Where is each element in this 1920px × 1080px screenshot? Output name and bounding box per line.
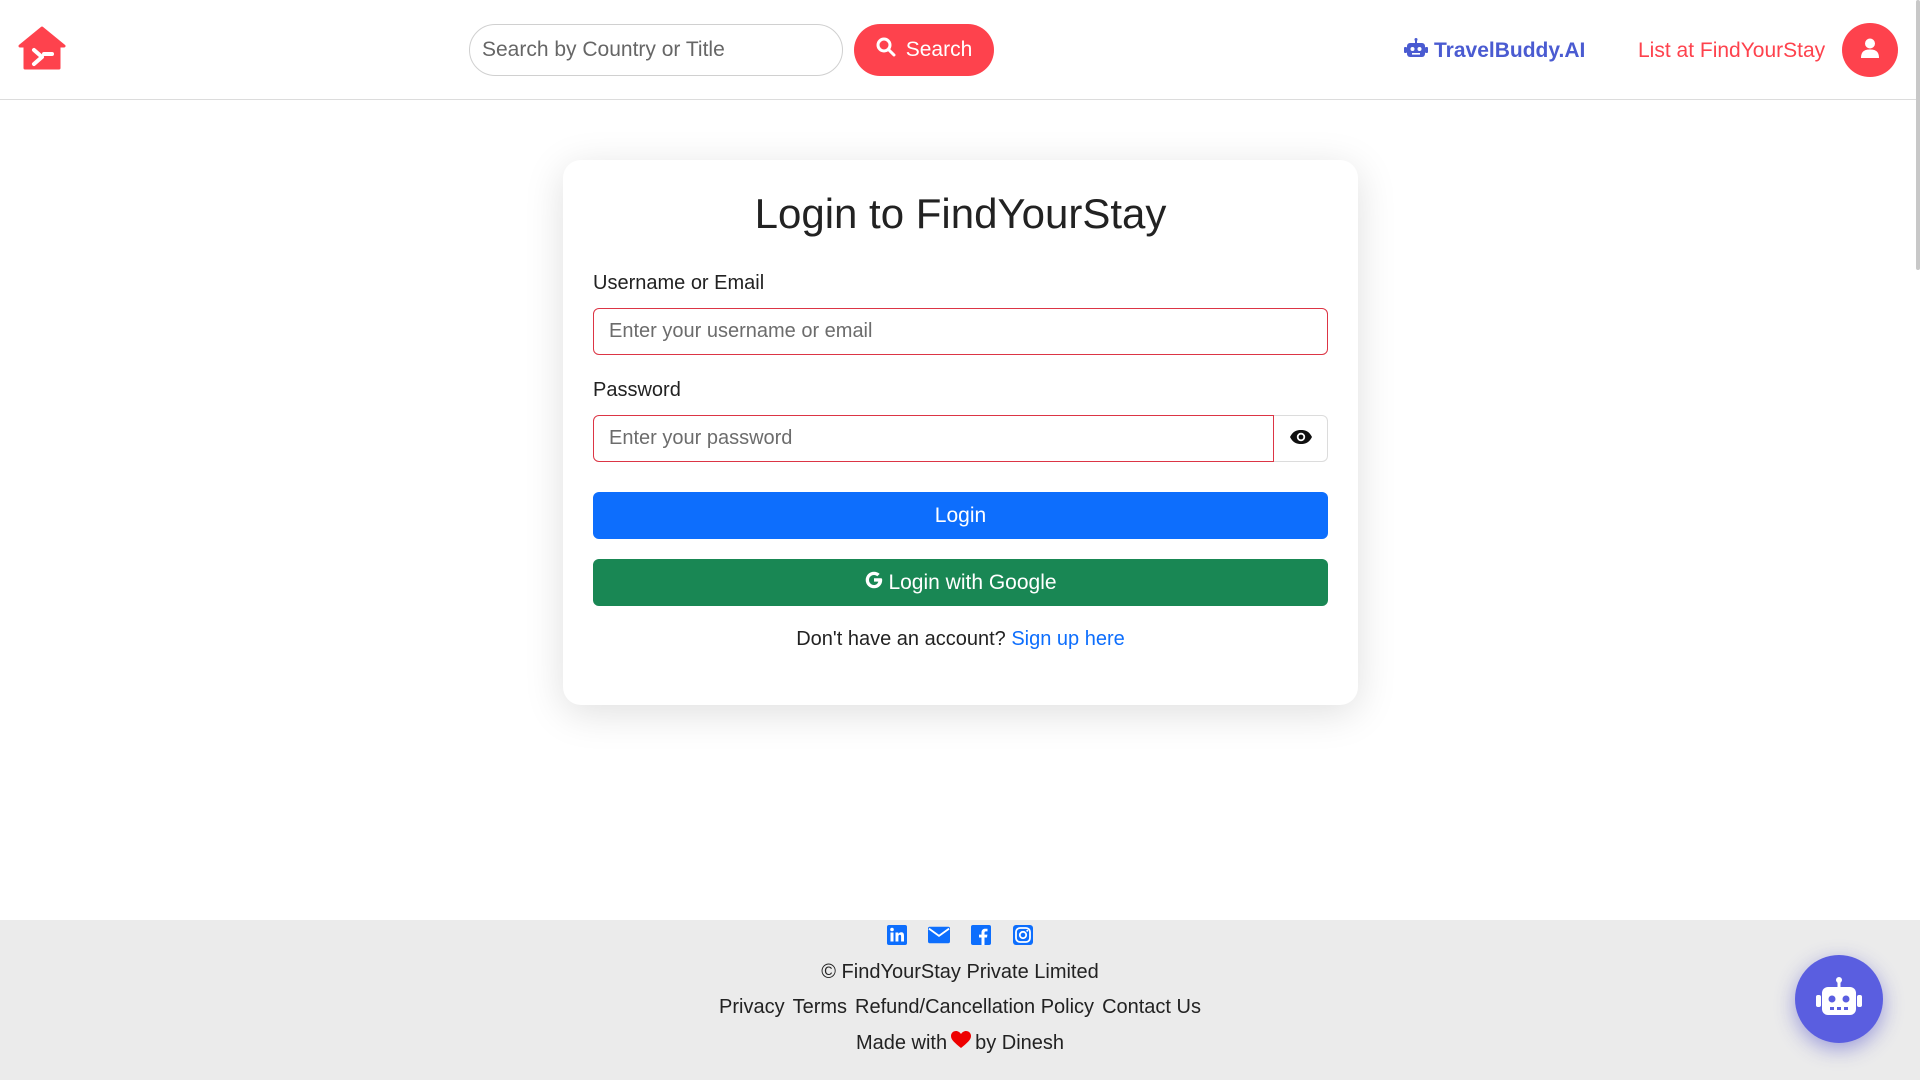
- envelope-icon[interactable]: [928, 924, 950, 946]
- heart-icon: [951, 1031, 972, 1055]
- signup-prompt-text: Don't have an account?: [796, 628, 1006, 650]
- social-links: [0, 924, 1920, 946]
- travelbuddy-link[interactable]: TravelBuddy.AI: [1404, 36, 1585, 66]
- scrollbar[interactable]: [1916, 0, 1920, 270]
- eye-icon: [1289, 429, 1313, 448]
- magnifier-icon: [876, 37, 896, 63]
- house-logo-icon[interactable]: [18, 26, 66, 70]
- chatbot-button[interactable]: [1795, 955, 1883, 1043]
- search-button-label: Search: [905, 38, 973, 61]
- facebook-icon[interactable]: [970, 924, 992, 946]
- made-with-text: Made with: [855, 1031, 948, 1054]
- google-login-button[interactable]: Login with Google: [593, 559, 1328, 606]
- copyright: © FindYourStay Private Limited: [821, 961, 1099, 983]
- terms-link[interactable]: Terms: [793, 996, 847, 1019]
- list-property-link[interactable]: List at FindYourStay: [1638, 36, 1825, 66]
- signup-prompt: Don't have an account? Sign up here: [563, 628, 1358, 651]
- password-label: Password: [593, 379, 681, 401]
- travelbuddy-label: TravelBuddy.AI: [1434, 39, 1586, 62]
- login-button[interactable]: Login: [593, 492, 1328, 539]
- instagram-icon[interactable]: [1012, 924, 1034, 946]
- user-avatar-button[interactable]: [1842, 23, 1898, 77]
- contact-link[interactable]: Contact Us: [1102, 996, 1201, 1019]
- page-title: Login to FindYourStay: [754, 190, 1167, 237]
- password-field[interactable]: [593, 415, 1274, 462]
- signup-link[interactable]: Sign up here: [1011, 628, 1124, 650]
- username-label: Username or Email: [593, 272, 765, 294]
- password-toggle-button[interactable]: [1274, 415, 1328, 462]
- login-card: Login to FindYourStay Username or Email …: [563, 160, 1358, 705]
- navbar: Search TravelBuddy.AI List at FindYourSt…: [0, 0, 1920, 100]
- made-with-credit: Made with by Dinesh: [0, 1031, 1920, 1055]
- privacy-link[interactable]: Privacy: [719, 996, 785, 1019]
- footer: © FindYourStay Private Limited Privacy T…: [0, 920, 1920, 1080]
- author-text: by Dinesh: [975, 1031, 1065, 1054]
- username-field[interactable]: [593, 308, 1328, 355]
- robot-icon: [1404, 38, 1428, 64]
- google-g-icon: [864, 570, 884, 596]
- footer-links: Privacy Terms Refund/Cancellation Policy…: [0, 996, 1920, 1019]
- search-button[interactable]: Search: [854, 24, 994, 76]
- robot-icon: [1816, 976, 1862, 1022]
- google-button-label: Login with Google: [888, 570, 1057, 594]
- refund-policy-link[interactable]: Refund/Cancellation Policy: [855, 996, 1094, 1019]
- linkedin-icon[interactable]: [886, 924, 908, 946]
- search-input[interactable]: [469, 24, 843, 76]
- user-icon: [1861, 38, 1879, 63]
- search-bar: Search: [469, 24, 994, 76]
